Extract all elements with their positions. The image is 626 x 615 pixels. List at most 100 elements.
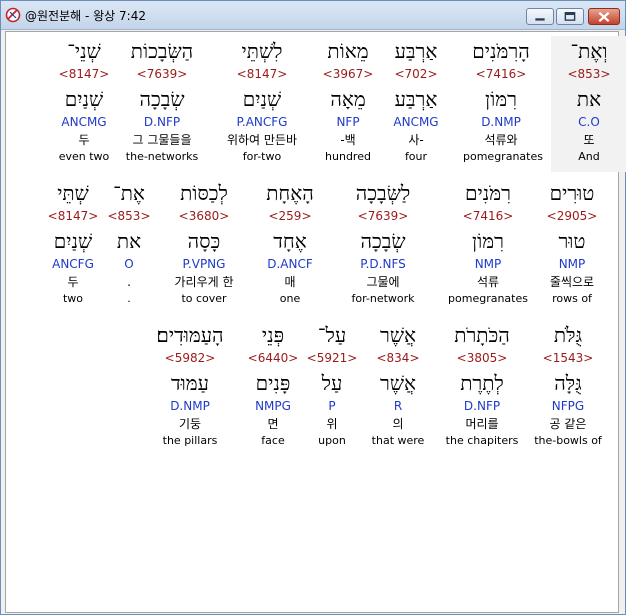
strong-number[interactable]: <259> xyxy=(252,208,328,225)
lexeme: עַמּוּד xyxy=(171,371,209,395)
strong-number[interactable]: <8147> xyxy=(42,208,104,225)
close-icon xyxy=(598,11,610,23)
lexeme: שְׂבָכָה xyxy=(360,229,406,253)
korean-gloss: 두 xyxy=(78,133,90,147)
korean-gloss: 공 같은 xyxy=(549,417,587,431)
lexeme: רִמּוֹן xyxy=(485,87,517,111)
english-gloss: pomegranates xyxy=(463,150,543,163)
strong-number[interactable]: <2905> xyxy=(534,208,610,225)
close-button[interactable] xyxy=(588,8,620,25)
word-cell[interactable]: מֵאוֹת <3967> מֵאָה NFP -백 hundred xyxy=(310,36,386,165)
english-gloss: And xyxy=(578,150,600,163)
strong-number[interactable]: <853> xyxy=(104,208,154,225)
word-cell[interactable]: לַשְּׂבָכָה <7639> שְׂבָכָה P.D.NFS 그물에 … xyxy=(339,178,427,307)
word-cell[interactable]: וְאֶת־ <853> את C.O 또 And xyxy=(551,36,626,172)
strong-number[interactable]: <3805> xyxy=(440,350,524,367)
hebrew-word: וְאֶת־ xyxy=(570,39,608,63)
hebrew-word: הַכֹּתָרֹת xyxy=(454,323,510,347)
strong-number[interactable]: <1543> xyxy=(528,350,608,367)
korean-gloss: 매 xyxy=(284,275,296,289)
strong-number[interactable]: <7416> xyxy=(463,66,539,83)
app-window: @원전분해 - 왕상 7:42 וְאֶת־ <853> את C.O 또 An… xyxy=(0,0,626,615)
word-cell[interactable]: אַרְבַּע <702> אַרְבַּע ANCMG 사- four xyxy=(378,36,454,165)
hebrew-word: אַרְבַּע xyxy=(394,39,438,63)
strong-number[interactable]: <7639> xyxy=(339,208,427,225)
hebrew-word: הָעַמּוּדִים׃ xyxy=(156,323,224,347)
word-cell[interactable]: רִמֹּנִים <7416> רִמּוֹן NMP 석류 pomegran… xyxy=(445,178,531,307)
english-gloss: two xyxy=(62,292,84,305)
korean-gloss: 위하여 만든바 xyxy=(226,133,298,147)
maximize-icon xyxy=(564,12,576,21)
lexeme: מֵאָה xyxy=(330,87,366,111)
morphology: P.D.NFS xyxy=(360,257,406,271)
strong-number[interactable]: <7416> xyxy=(445,208,531,225)
strong-number[interactable]: <702> xyxy=(378,66,454,83)
morphology: R xyxy=(393,399,403,413)
korean-gloss: 두 xyxy=(67,275,79,289)
word-cell[interactable]: שְׁתֵּי <8147> שְׁנַיִם ANCFG 두 two xyxy=(42,178,104,307)
strong-number[interactable]: <3680> xyxy=(160,208,248,225)
word-cell[interactable]: הָאֶחָת <259> אֶחָד D.ANCF 매 one xyxy=(252,178,328,307)
english-gloss: . xyxy=(127,292,131,305)
morphology: ANCFG xyxy=(52,257,94,271)
word-cell[interactable]: טוּרִים <2905> טוּר NMP 줄씩으로 rows of xyxy=(534,178,610,307)
maximize-button[interactable] xyxy=(556,8,584,25)
verse-analysis-panel[interactable]: וְאֶת־ <853> את C.O 또 And הָרִמֹּנִים <7… xyxy=(5,31,626,613)
english-gloss: even two xyxy=(58,150,110,163)
strong-number[interactable]: <853> xyxy=(551,66,626,83)
hebrew-word: אֲשֶׁר xyxy=(380,323,416,347)
word-cell[interactable]: הָרִמֹּנִים <7416> רִמּוֹן D.NMP 석류와 pom… xyxy=(463,36,543,165)
lexeme: פָּנִים xyxy=(255,371,291,395)
word-cell[interactable]: עַל־ <5921> עַל P 위 upon xyxy=(306,320,358,449)
korean-gloss: 가리우게 한 xyxy=(174,275,234,289)
strong-number[interactable]: <5982> xyxy=(142,350,238,367)
hebrew-word: רִמֹּנִים xyxy=(465,181,511,205)
hebrew-word: הָרִמֹּנִים xyxy=(472,39,530,63)
word-cell[interactable]: אֶת־ <853> את O . . xyxy=(104,178,154,307)
word-cell[interactable]: אֲשֶׁר <834> אֲשֶׁר R 의 that were xyxy=(360,320,436,449)
strong-number[interactable]: <8147> xyxy=(46,66,122,83)
word-cell[interactable]: לִשְׁתֵּי <8147> שְׁנַיִם P.ANCFG 위하여 만든… xyxy=(212,36,312,165)
app-icon xyxy=(5,7,21,23)
lexeme: עַל xyxy=(321,371,343,395)
word-cell[interactable]: הַכֹּתָרֹת <3805> לְתֶרֶת D.NFP 머리를 the … xyxy=(440,320,524,449)
hebrew-word: הַשְּׂבָכוֹת xyxy=(130,39,194,63)
minimize-icon xyxy=(535,18,545,21)
morphology: C.O xyxy=(578,115,600,129)
strong-number[interactable]: <7639> xyxy=(114,66,210,83)
morphology: P.VPNG xyxy=(182,257,226,271)
morphology: D.NMP xyxy=(170,399,210,413)
hebrew-word: לִשְׁתֵּי xyxy=(241,39,283,63)
morphology: NMP xyxy=(474,257,502,271)
title-bar[interactable]: @원전분해 - 왕상 7:42 xyxy=(1,1,625,30)
strong-number[interactable]: <834> xyxy=(360,350,436,367)
morphology: NFPG xyxy=(551,399,585,413)
lexeme: שְׁנַיִם xyxy=(64,87,104,111)
word-cell[interactable]: הַשְּׂבָכוֹת <7639> שְׂבָכָה D.NFP 그 그물들… xyxy=(114,36,210,165)
lexeme: שְׁנַיִם xyxy=(53,229,93,253)
strong-number[interactable]: <6440> xyxy=(244,350,302,367)
english-gloss: for-network xyxy=(351,292,415,305)
lexeme: אַרְבַּע xyxy=(394,87,438,111)
morphology: NFP xyxy=(336,115,360,129)
morphology: D.ANCF xyxy=(267,257,313,271)
english-gloss: the pillars xyxy=(162,434,218,447)
word-cell[interactable]: הָעַמּוּדִים׃ <5982> עַמּוּד D.NMP 기둥 th… xyxy=(142,320,238,449)
minimize-button[interactable] xyxy=(526,8,554,25)
strong-number[interactable]: <8147> xyxy=(212,66,312,83)
strong-number[interactable]: <5921> xyxy=(306,350,358,367)
word-cell[interactable]: לְכַסּוֹת <3680> כָּסָה P.VPNG 가리우게 한 to… xyxy=(160,178,248,307)
word-cell[interactable]: גֻּלֹּת <1543> גֻּלָּה NFPG 공 같은 the-bow… xyxy=(528,320,608,449)
hebrew-word: טוּרִים xyxy=(549,181,595,205)
english-gloss: rows of xyxy=(552,292,592,305)
korean-gloss: 머리를 xyxy=(465,417,499,431)
strong-number[interactable]: <3967> xyxy=(310,66,386,83)
word-cell[interactable]: פְּנֵי <6440> פָּנִים NMPG 면 face xyxy=(244,320,302,449)
korean-gloss: 사- xyxy=(408,133,424,147)
word-cell[interactable]: שְׁנֵי־ <8147> שְׁנַיִם ANCMG 두 even two xyxy=(46,36,122,165)
english-gloss: that were xyxy=(371,434,425,447)
english-gloss: pomegranates xyxy=(448,292,528,305)
morphology: D.NFP xyxy=(143,115,181,129)
korean-gloss: 면 xyxy=(267,417,279,431)
korean-gloss: 또 xyxy=(583,133,595,147)
